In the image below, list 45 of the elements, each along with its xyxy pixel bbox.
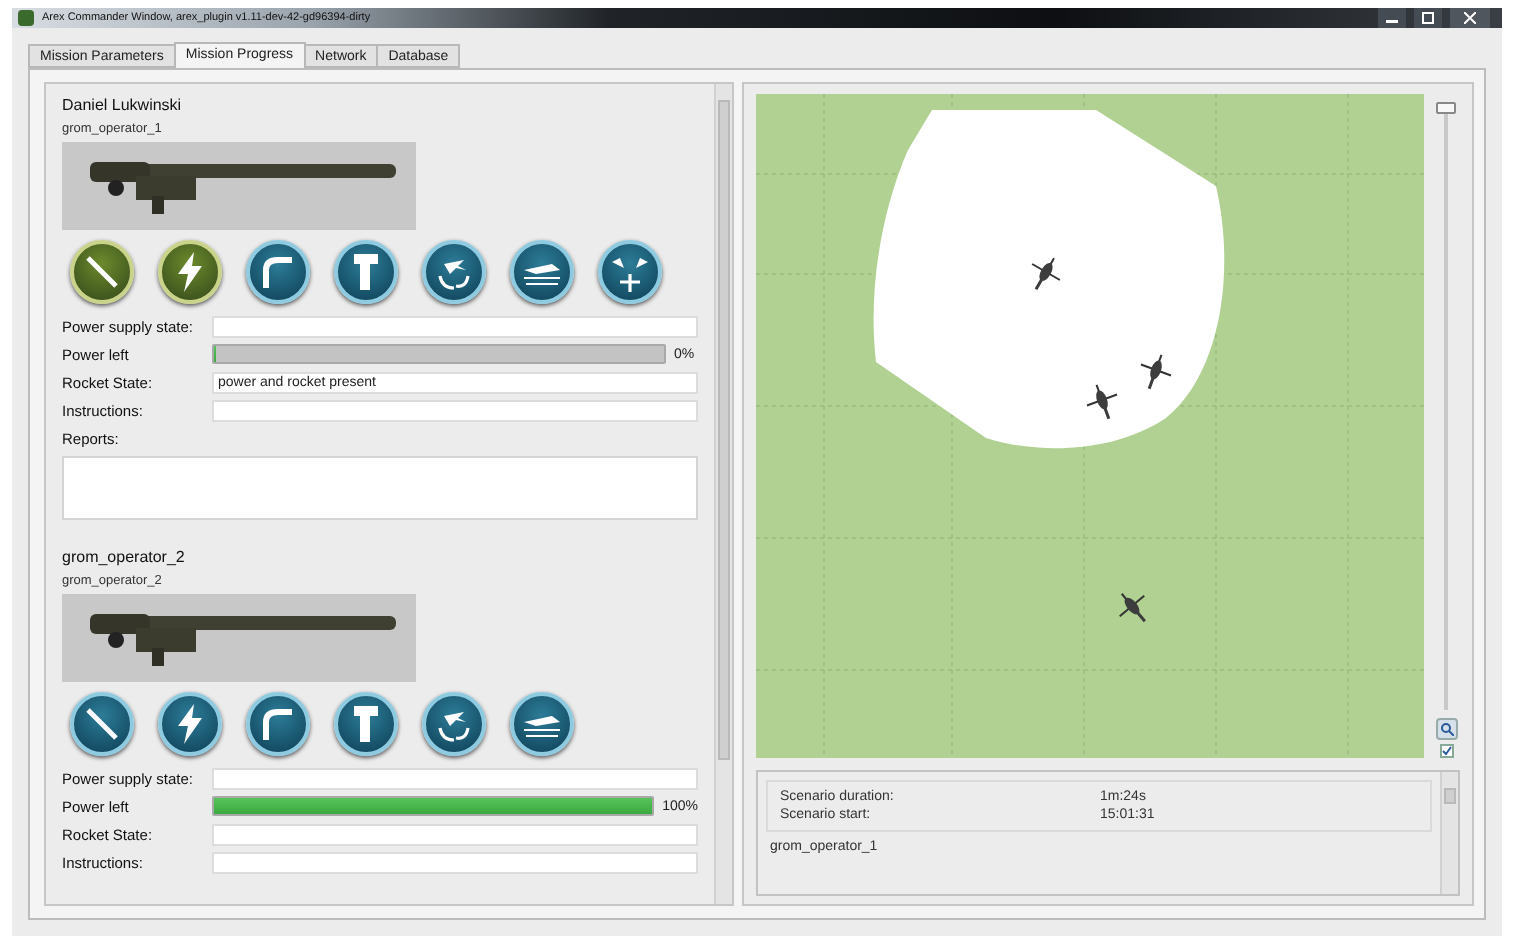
checkbox[interactable] (1439, 744, 1453, 758)
action-button[interactable] (422, 240, 486, 304)
diagonal-bar-icon (82, 252, 122, 292)
scrollbar[interactable] (714, 84, 732, 904)
grip-icon (352, 704, 380, 744)
action-button[interactable] (598, 240, 662, 304)
close-icon (1464, 12, 1476, 24)
text-field[interactable] (212, 823, 698, 845)
text-field[interactable] (212, 315, 698, 337)
action-button[interactable] (246, 240, 310, 304)
helicopter-icon (1118, 592, 1146, 623)
slider-thumb[interactable] (1436, 102, 1456, 114)
operator-name: grom_operator_2 (62, 548, 187, 566)
action-button[interactable] (510, 692, 574, 756)
curved-tube-icon (260, 254, 296, 290)
text-field[interactable] (212, 767, 698, 789)
zoom-button[interactable] (1435, 718, 1457, 740)
text-field[interactable] (212, 851, 698, 873)
operator-name: Daniel Lukwinski (62, 96, 184, 114)
action-button[interactable] (334, 240, 398, 304)
text-field[interactable] (212, 399, 698, 421)
close-button[interactable] (1450, 8, 1490, 28)
maximize-button[interactable] (1414, 8, 1442, 28)
lightning-icon (176, 252, 204, 292)
action-button[interactable] (510, 240, 574, 304)
action-button[interactable] (422, 692, 486, 756)
curved-tube-icon (260, 706, 296, 742)
helicopter-icon (1031, 257, 1061, 291)
action-button[interactable] (158, 240, 222, 304)
diagonal-bar-icon (82, 704, 122, 744)
maximize-icon (1422, 12, 1434, 24)
app-icon (18, 10, 34, 26)
action-button[interactable] (70, 240, 134, 304)
helicopter-icon (1085, 383, 1119, 420)
search-icon (1439, 722, 1453, 736)
action-button[interactable] (70, 692, 134, 756)
action-button[interactable] (334, 692, 398, 756)
reports-field[interactable] (62, 456, 698, 520)
scrollbar[interactable] (1440, 772, 1458, 894)
minimize-button[interactable] (1378, 8, 1406, 28)
action-button[interactable] (158, 692, 222, 756)
action-button[interactable] (246, 692, 310, 756)
helicopter-icon (1139, 353, 1173, 390)
grip-icon (352, 252, 380, 292)
lightning-icon (176, 704, 204, 744)
